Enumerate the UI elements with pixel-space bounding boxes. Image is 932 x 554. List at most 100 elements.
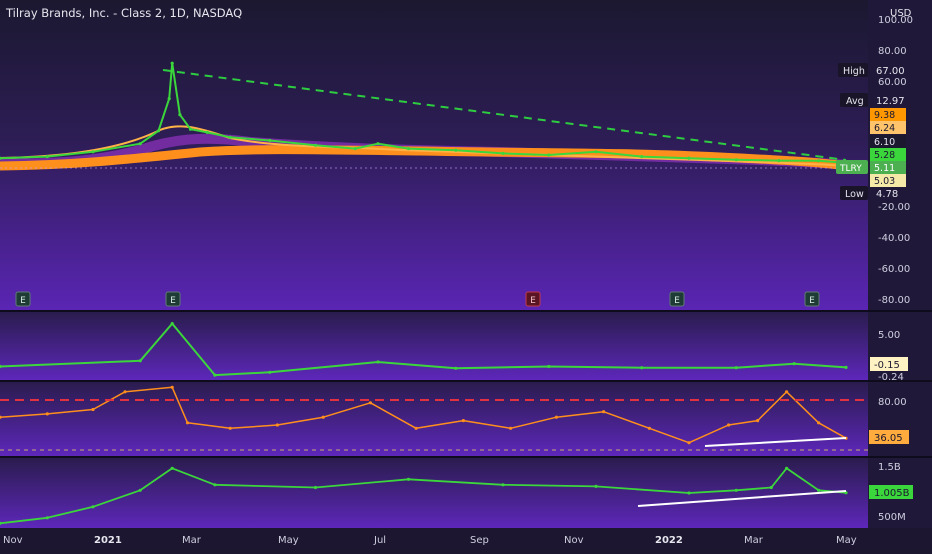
- time-tick: Mar: [744, 535, 764, 546]
- macd-point: [640, 366, 644, 370]
- price-tick: -80.00: [878, 295, 910, 306]
- obv-point: [313, 485, 318, 490]
- rsi-point: [228, 426, 232, 430]
- macd-point: [170, 322, 174, 326]
- price-point: [167, 97, 171, 101]
- macd-point: [454, 366, 458, 370]
- low-value: 4.78: [876, 189, 898, 200]
- price-point: [547, 153, 551, 157]
- time-tick: May: [836, 535, 857, 546]
- value-tag: 6.24: [874, 123, 895, 134]
- last-price: 5.11: [874, 163, 895, 174]
- rsi-tick: 80.00: [878, 397, 907, 408]
- macd-point: [268, 370, 272, 374]
- chart-canvas[interactable]: Tilray Brands, Inc. - Class 2, 1D, NASDA…: [0, 0, 932, 550]
- high-value: 67.00: [876, 66, 905, 77]
- earnings-marker[interactable]: E: [669, 291, 685, 307]
- value-tag: 6.10: [874, 137, 895, 148]
- rsi-point: [91, 407, 95, 412]
- obv-point: [45, 516, 49, 520]
- price-point: [178, 113, 182, 117]
- rsi-point: [321, 415, 325, 419]
- obv-point: [406, 477, 411, 481]
- macd-point: [213, 373, 217, 377]
- value-tag: 5.28: [874, 150, 895, 161]
- price-point: [777, 159, 781, 163]
- obv-point: [138, 488, 142, 492]
- macd-point: [376, 360, 380, 364]
- time-tick: 2022: [655, 535, 683, 546]
- price-tick: -60.00: [878, 264, 910, 275]
- low-label: Low: [845, 189, 864, 200]
- price-point: [594, 150, 598, 154]
- obv-point: [213, 483, 217, 487]
- price-point: [268, 138, 272, 143]
- rsi-point: [817, 421, 821, 425]
- price-point: [313, 143, 318, 147]
- avg-label: Avg: [846, 96, 864, 107]
- price-point: [501, 151, 505, 155]
- earnings-marker[interactable]: E: [804, 291, 820, 307]
- rsi-point: [509, 426, 513, 430]
- price-point: [156, 129, 161, 133]
- rsi-point: [45, 412, 49, 416]
- price-tick: 60.00: [878, 77, 907, 88]
- time-tick: May: [278, 535, 299, 546]
- earnings-marker[interactable]: E: [15, 291, 31, 307]
- price-point: [228, 135, 232, 139]
- price-point: [406, 147, 411, 151]
- price-point: [376, 142, 380, 146]
- price-tick: -40.00: [878, 233, 910, 244]
- rsi-point: [185, 421, 190, 425]
- earnings-marker-label: E: [170, 296, 176, 306]
- value-tag: 5.03: [874, 176, 895, 187]
- earnings-marker[interactable]: E: [165, 291, 181, 307]
- rsi-point: [414, 426, 418, 430]
- price-tick: 80.00: [878, 46, 907, 57]
- price-point: [91, 150, 95, 154]
- obv-point: [170, 466, 174, 470]
- obv-tick: 500M: [878, 512, 906, 523]
- obv-point: [501, 483, 505, 487]
- rsi-point: [785, 390, 789, 394]
- price-point: [687, 156, 691, 160]
- price-point: [170, 61, 174, 65]
- price-point: [640, 155, 644, 159]
- rsi-point: [602, 410, 606, 414]
- price-point: [205, 130, 209, 134]
- time-tick: Jul: [373, 535, 386, 546]
- rsi-point: [170, 385, 174, 389]
- time-tick: Nov: [564, 535, 584, 546]
- earnings-marker-label: E: [20, 296, 26, 306]
- macd-point: [844, 365, 848, 369]
- value-tag: 9.38: [874, 110, 895, 121]
- macd-panel-bg: [0, 312, 868, 380]
- macd-point: [547, 364, 551, 369]
- macd-tick: 5.00: [878, 330, 900, 341]
- price-point: [138, 142, 142, 146]
- obv-tick: 1.5B: [878, 462, 901, 473]
- rsi-point: [123, 390, 127, 394]
- macd-point: [792, 362, 796, 366]
- price-tick: -20.00: [878, 202, 910, 213]
- obv-point: [785, 466, 789, 470]
- time-axis-bg: [0, 528, 932, 550]
- rsi-point: [368, 401, 372, 405]
- price-point: [188, 127, 193, 131]
- obv-point: [91, 505, 95, 509]
- earnings-marker[interactable]: E: [525, 291, 541, 307]
- time-tick: Nov: [3, 535, 23, 546]
- obv-point: [817, 488, 821, 492]
- rsi-point: [275, 423, 279, 427]
- obv-last-value: 1.005B: [874, 488, 910, 499]
- macd-tick: -0.24: [878, 372, 904, 383]
- time-tick: Mar: [182, 535, 202, 546]
- earnings-marker-label: E: [530, 296, 536, 306]
- price-point: [45, 155, 49, 159]
- price-point: [454, 148, 458, 152]
- price-point: [353, 147, 357, 151]
- avg-value: 12.97: [876, 96, 905, 107]
- time-tick: Sep: [470, 535, 489, 546]
- symbol-label: TLRY: [839, 164, 862, 174]
- high-label: High: [843, 66, 865, 77]
